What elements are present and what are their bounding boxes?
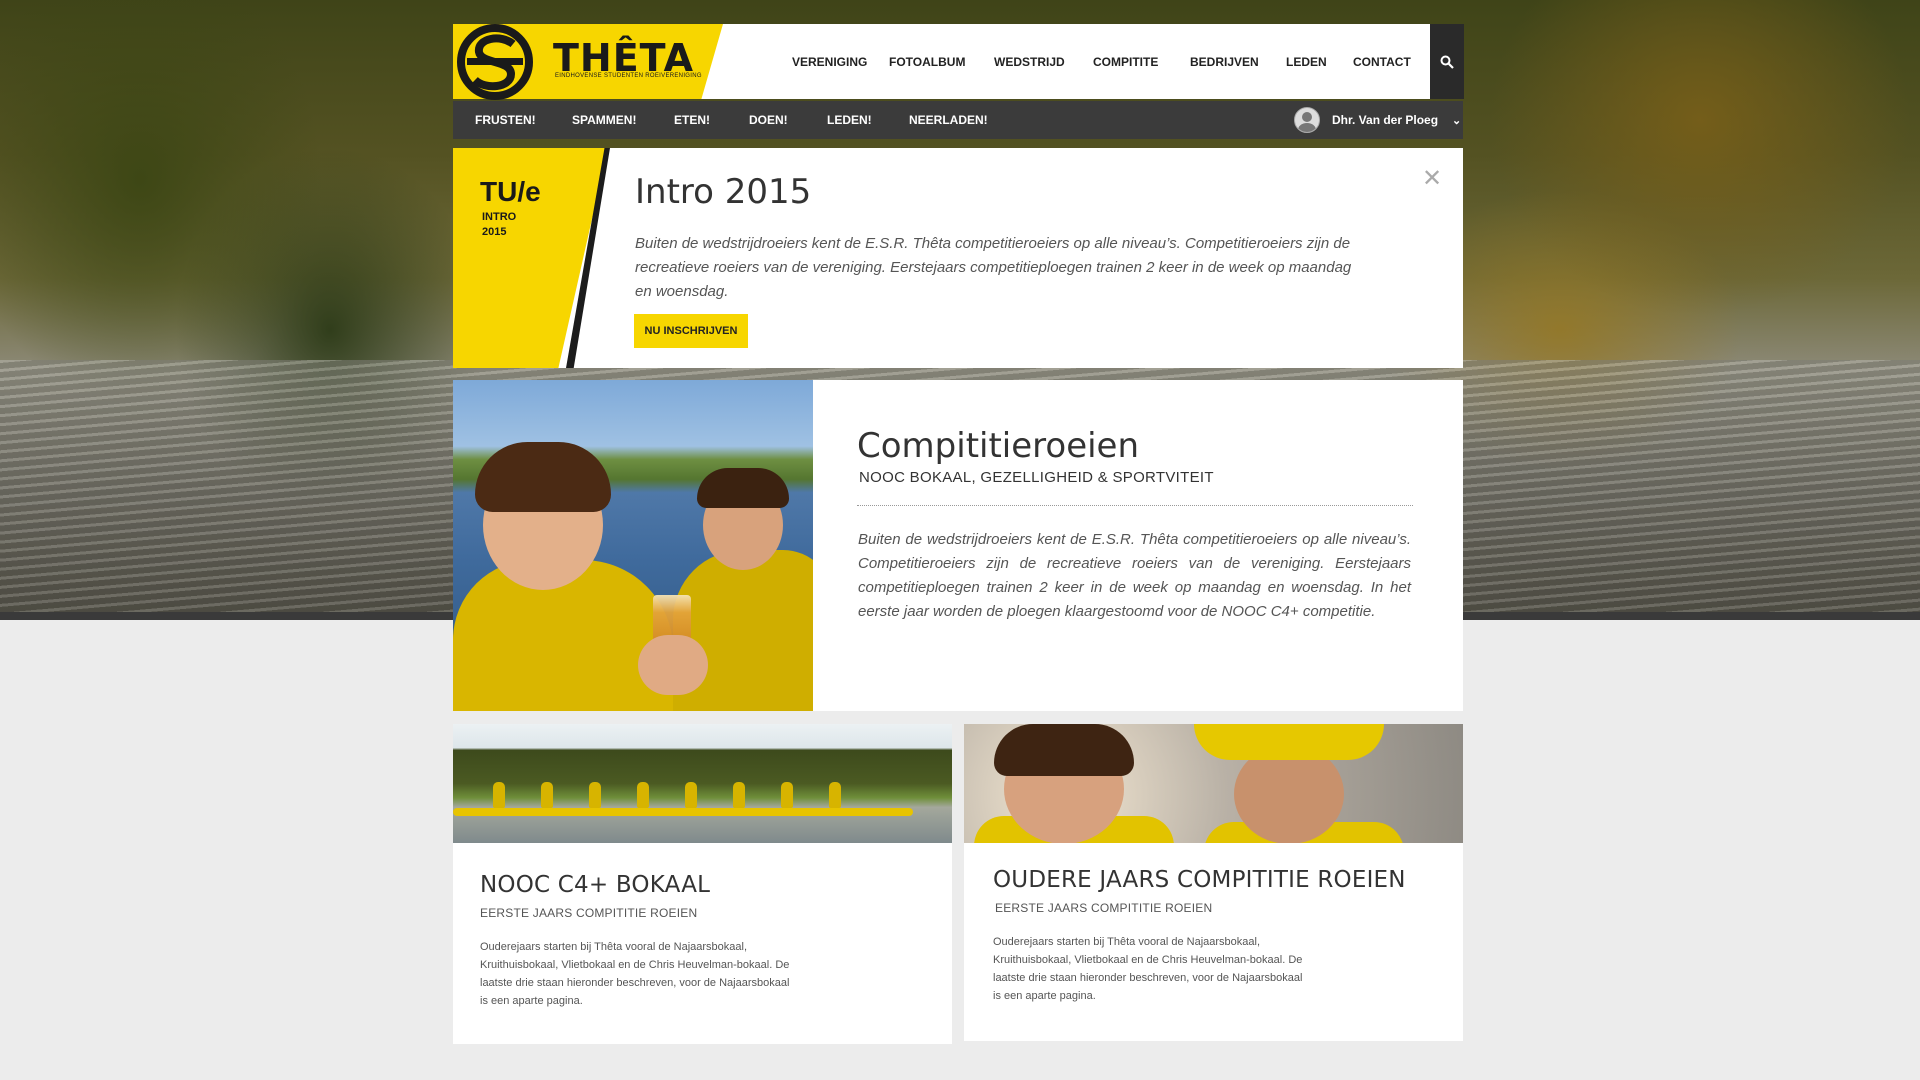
card-title: NOOC C4+ BOKAAL [480,872,711,898]
nav-item-fotoalbum[interactable]: FOTOALBUM [889,55,965,69]
nav-item-vereniging[interactable]: VERENIGING [792,55,867,69]
feature-divider [857,505,1413,506]
subnav-item-eten[interactable]: ETEN! [674,113,710,127]
card-nooc-bokaal[interactable]: NOOC C4+ BOKAAL EERSTE JAARS COMPITITIE … [453,724,952,1044]
card-photo-rowers [964,724,1463,843]
user-menu[interactable]: Dhr. Van der Ploeg ⌄ [1294,104,1461,136]
theta-emblem-icon[interactable] [455,24,539,100]
feature-subtitle: NOOC BOKAAL, GEZELLIGHEID & SPORTVITEIT [859,469,1214,486]
user-name: Dhr. Van der Ploeg [1332,113,1439,127]
feature-photo [453,380,813,711]
card-subtitle: EERSTE JAARS COMPITITIE ROEIEN [480,906,698,920]
feature-text: Buiten de wedstrijdroeiers kent de E.S.R… [858,531,1411,620]
tue-logo: TU/e [480,176,541,207]
card-oudere-jaars[interactable]: OUDERE JAARS COMPITITIE ROEIEN EERSTE JA… [964,724,1463,1041]
close-icon[interactable]: ✕ [1422,164,1442,193]
brand-tagline: EINDHOVENSE STUDENTEN ROEIVERENIGING [555,73,702,79]
subnav-item-doen[interactable]: DOEN! [749,113,788,127]
nav-item-wedstrijd[interactable]: WEDSTRIJD [994,55,1065,69]
card-photo-rowing-boat [453,724,952,843]
nav-item-bedrijven[interactable]: BEDRIJVEN [1190,55,1259,69]
subnav-item-leden[interactable]: LEDEN! [827,113,872,127]
card-text: Ouderejaars starten bij Thêta vooral de … [993,936,1303,1002]
intro-title: Intro 2015 [635,172,812,212]
subnav-item-spammen[interactable]: SPAMMEN! [572,113,636,127]
intro-badge-label: INTRO 2015 [482,210,516,240]
avatar [1294,107,1320,133]
signup-button[interactable]: NU INSCHRIJVEN [634,314,748,348]
chevron-down-icon[interactable]: ⌄ [1452,114,1461,127]
card-text: Ouderejaars starten bij Thêta vooral de … [480,941,790,1007]
intro-text: Buiten de wedstrijdroeiers kent de E.S.R… [635,235,1352,300]
nav-item-contact[interactable]: CONTACT [1353,55,1411,69]
intro-badge-line1: INTRO [482,211,517,223]
search-icon [1440,55,1454,69]
search-button[interactable] [1430,24,1464,99]
subnav-item-frusten[interactable]: FRUSTEN! [475,113,536,127]
subnav-item-neerladen[interactable]: NEERLADEN! [909,113,988,127]
card-subtitle: EERSTE JAARS COMPITITIE ROEIEN [995,901,1213,915]
intro-badge-line2: 2015 [482,226,507,238]
feature-title: Compititieroeien [857,426,1140,466]
nav-item-leden[interactable]: LEDEN [1286,55,1327,69]
nav-item-compitite[interactable]: COMPITITE [1093,55,1158,69]
card-title: OUDERE JAARS COMPITITIE ROEIEN [993,867,1406,893]
